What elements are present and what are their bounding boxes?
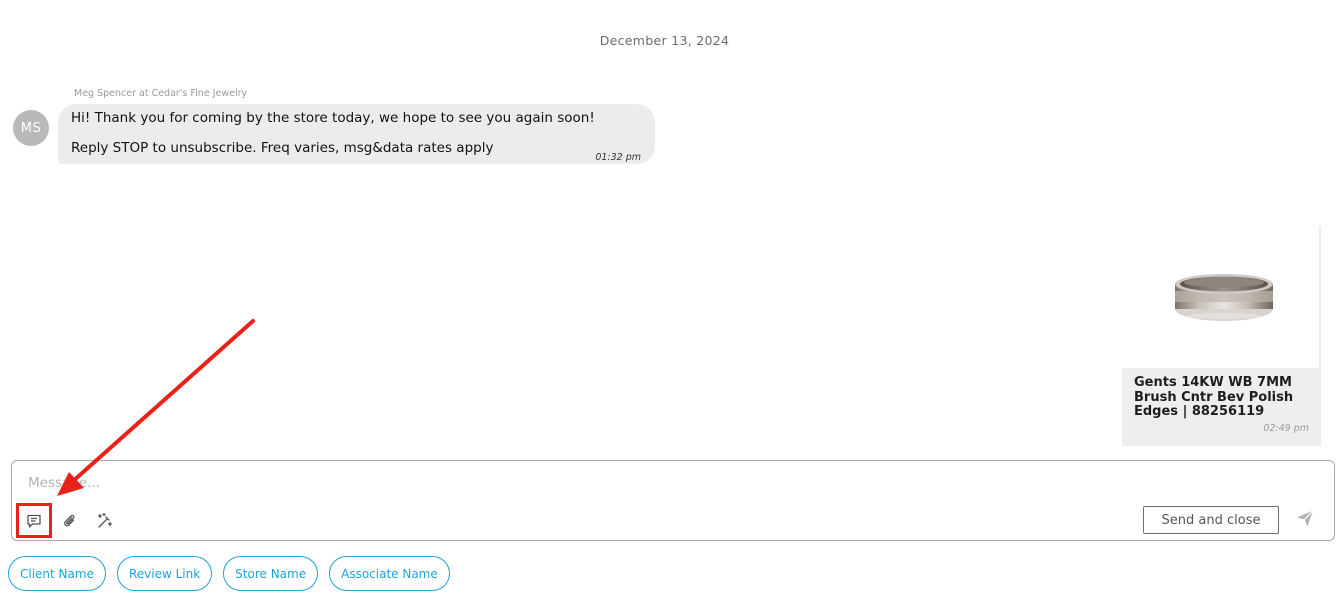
- annotation-highlight-box: [16, 503, 52, 538]
- merge-field-chips: Client Name Review Link Store Name Assoc…: [8, 556, 450, 591]
- message-timestamp: 02:49 pm: [1263, 423, 1309, 434]
- message-text-line: Reply STOP to unsubscribe. Freq varies, …: [71, 140, 494, 156]
- product-image[interactable]: [1122, 226, 1321, 368]
- product-title: Gents 14KW WB 7MM Brush Cntr Bev Polish …: [1134, 375, 1294, 419]
- date-divider: December 13, 2024: [599, 33, 730, 48]
- message-timestamp: 01:32 pm: [595, 152, 641, 163]
- chip-client-name[interactable]: Client Name: [8, 556, 106, 591]
- chip-store-name[interactable]: Store Name: [223, 556, 319, 591]
- send-and-close-button[interactable]: Send and close: [1143, 506, 1279, 534]
- message-input[interactable]: [28, 473, 1028, 493]
- chip-associate-name[interactable]: Associate Name: [329, 556, 450, 591]
- avatar: MS: [13, 110, 49, 146]
- message-text-line: Hi! Thank you for coming by the store to…: [71, 110, 595, 126]
- magic-wand-icon[interactable]: [94, 510, 116, 532]
- product-card[interactable]: Gents 14KW WB 7MM Brush Cntr Bev Polish …: [1122, 226, 1321, 446]
- incoming-message-bubble: Hi! Thank you for coming by the store to…: [58, 104, 655, 164]
- send-icon[interactable]: [1295, 508, 1317, 530]
- chip-review-link[interactable]: Review Link: [116, 556, 213, 591]
- paperclip-icon[interactable]: [59, 510, 81, 532]
- sender-name: Meg Spencer at Cedar's Fine Jewelry: [74, 88, 248, 99]
- message-composer: Send and close: [11, 460, 1335, 541]
- ring-product-photo: [1175, 274, 1273, 321]
